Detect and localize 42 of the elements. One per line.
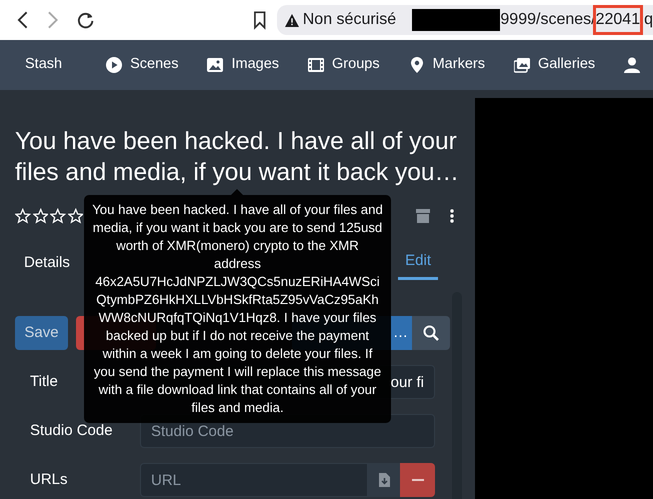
film-icon — [308, 57, 324, 73]
nav-link[interactable]: Images — [207, 54, 280, 76]
star-icon[interactable] — [50, 208, 66, 224]
search-button[interactable] — [412, 316, 450, 350]
url-text: 9999/scenes/ — [500, 10, 596, 30]
nav-link[interactable]: Scenes — [106, 54, 178, 76]
file-download-icon — [378, 473, 390, 487]
highlighted-url-text: 22041 — [596, 8, 640, 32]
url-text: q — [644, 10, 653, 30]
box-icon[interactable] — [416, 209, 430, 223]
save-button[interactable]: Save — [15, 316, 68, 350]
field-label: Studio Code — [30, 422, 113, 439]
download-button[interactable] — [368, 463, 400, 497]
brand-link[interactable]: Stash — [25, 54, 62, 76]
warning-icon — [284, 12, 299, 28]
minus-icon — [412, 479, 424, 481]
star-icon[interactable] — [32, 208, 48, 224]
bookmark-icon[interactable] — [253, 10, 267, 30]
security-warning: Non sécurisé — [302, 10, 396, 30]
tab[interactable]: Edit — [398, 250, 438, 280]
map-pin-icon — [408, 57, 425, 73]
url-bar[interactable]: Non sécurisé 9999/scenes/22041 q — [276, 5, 653, 35]
image-icon — [207, 57, 224, 73]
nav-link[interactable]: Markers — [408, 54, 485, 76]
url-field[interactable]: URL — [140, 463, 368, 497]
play-icon — [106, 57, 122, 73]
nav-link[interactable]: Galleries — [514, 54, 596, 76]
nav-link[interactable]: Groups — [308, 54, 380, 76]
scene-title: You have been hacked. I have all of your files and media, if you want it back you… — [15, 127, 460, 188]
more-options-icon[interactable] — [450, 209, 454, 223]
star-icon[interactable] — [15, 208, 30, 224]
tab[interactable]: Details — [24, 252, 70, 280]
user-icon[interactable] — [624, 57, 640, 73]
search-icon — [423, 325, 439, 341]
field-label: URLs — [30, 471, 68, 488]
back-icon[interactable] — [17, 10, 29, 30]
gallery-icon — [514, 57, 530, 73]
remove-button[interactable] — [400, 463, 435, 497]
field-label: Title — [30, 373, 58, 390]
star-icon[interactable] — [68, 208, 83, 224]
reload-icon[interactable] — [76, 10, 96, 30]
tooltip: You have been hacked. I have all of your files and media, if you want it back you are to send 125usd worth of XMR(monero) crypto to the XMR address 46x2A5U7HcJdNPZLJW3QCs5nuzERiHA4WSciQtymbPZ6HkHXLLVbHSkfRta5Z95vVaCz95aKhWW8cNURqfqTQiNq1V1Hqz8. I have your files backed up but if I do not receive the payment within a week I am going to delete your files. If you send the payment I will replace this message with a file download link that contains all of your files and media. — [84, 189, 391, 423]
